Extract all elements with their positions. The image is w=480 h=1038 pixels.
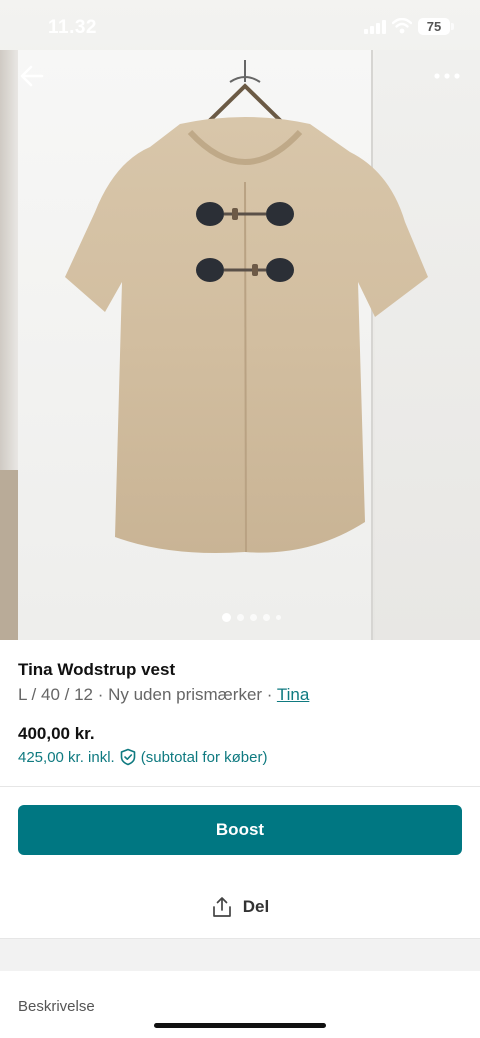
gallery-dot[interactable] [250, 613, 257, 621]
price-incl-buyer-protection[interactable]: 425,00 kr. inkl. (subtotal for køber) [18, 748, 267, 766]
gallery-pagination[interactable] [222, 612, 281, 622]
section-separator [0, 939, 480, 971]
price-incl-note: (subtotal for køber) [140, 748, 268, 766]
gallery-dot[interactable] [237, 613, 244, 621]
item-summary: Tina Wodstrup vest L / 40 / 12 · Ny uden… [18, 658, 462, 707]
item-title: Tina Wodstrup vest [18, 660, 176, 679]
arrow-left-icon[interactable] [18, 62, 46, 90]
item-meta: L / 40 / 12 · Ny uden prismærker · Tina [18, 683, 462, 707]
gallery-dot[interactable] [276, 614, 281, 620]
photo-background [0, 470, 18, 640]
item-price: 400,00 kr. [18, 724, 95, 743]
battery-tip [451, 23, 454, 30]
brand-link[interactable]: Tina [277, 685, 309, 704]
item-attributes: L / 40 / 12 · Ny uden prismærker · [18, 685, 277, 704]
share-upload-icon [212, 897, 231, 917]
status-bar: 11.32 75 [0, 0, 480, 52]
gallery-dot[interactable] [263, 613, 270, 621]
status-time: 11.32 [48, 17, 97, 38]
price-incl-value: 425,00 kr. inkl. [18, 748, 115, 766]
battery-icon: 75 [418, 18, 450, 35]
wifi-icon [392, 18, 412, 34]
boost-button[interactable]: Boost [18, 805, 462, 855]
more-horizontal-icon[interactable] [432, 66, 462, 86]
gallery-dot[interactable] [222, 612, 231, 622]
divider [0, 786, 480, 787]
share-button[interactable]: Del [0, 892, 480, 922]
cellular-signal-icon [364, 20, 386, 34]
product-photo[interactable]: 11.32 75 [0, 0, 480, 640]
fur-vest-image [65, 60, 428, 553]
home-indicator[interactable] [154, 1023, 326, 1028]
share-label: Del [242, 897, 270, 916]
shield-check-icon [120, 748, 136, 766]
description-heading: Beskrivelse [18, 998, 95, 1015]
